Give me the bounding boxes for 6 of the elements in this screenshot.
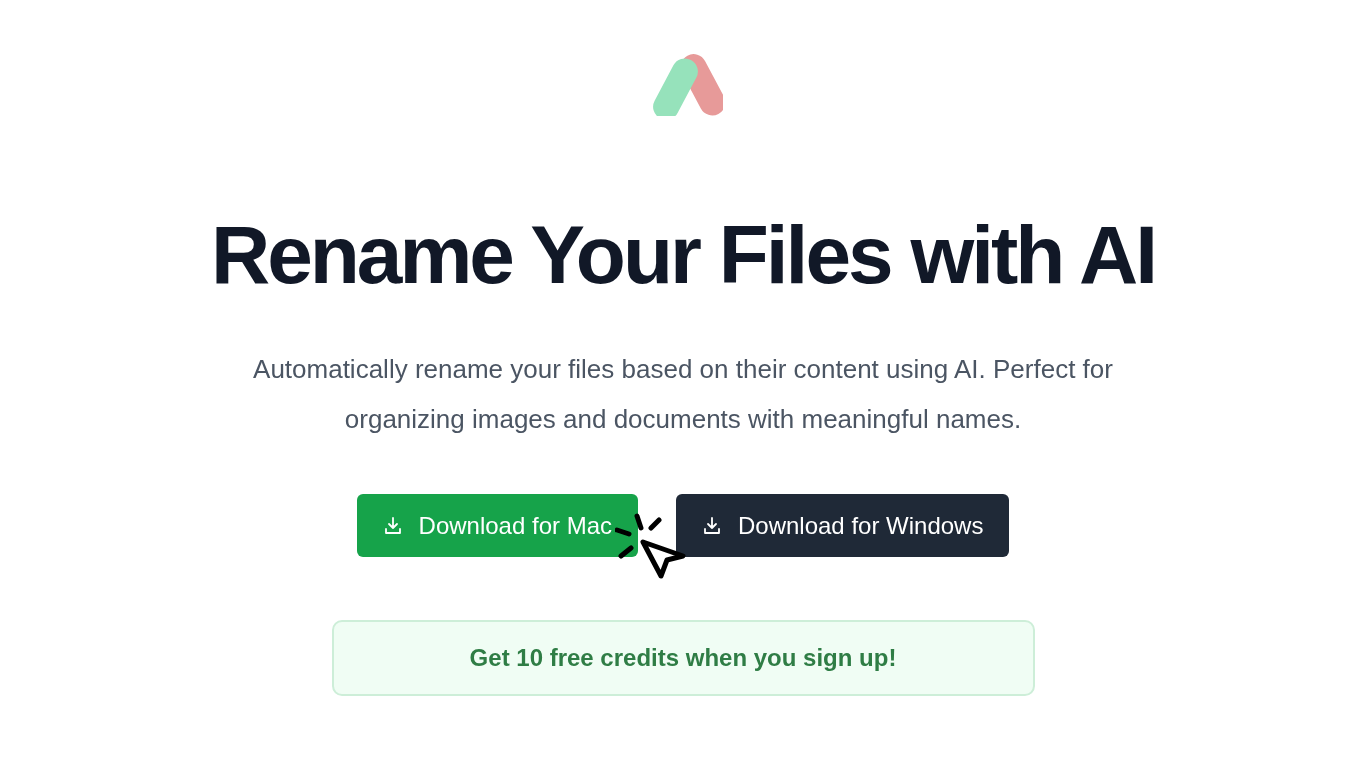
download-button[interactable]: Download for Windows (676, 494, 1010, 557)
headline: Rename Your Files with AI (210, 214, 1156, 296)
subtitle: Automatically rename your files based on their content using AI. Perfect for organizing images and documents with meaningful names. (252, 353, 1114, 436)
download-icon (382, 515, 403, 536)
download-icon (702, 515, 722, 536)
signup-banner: Get 10 free credits when you sign up! (331, 620, 1035, 696)
